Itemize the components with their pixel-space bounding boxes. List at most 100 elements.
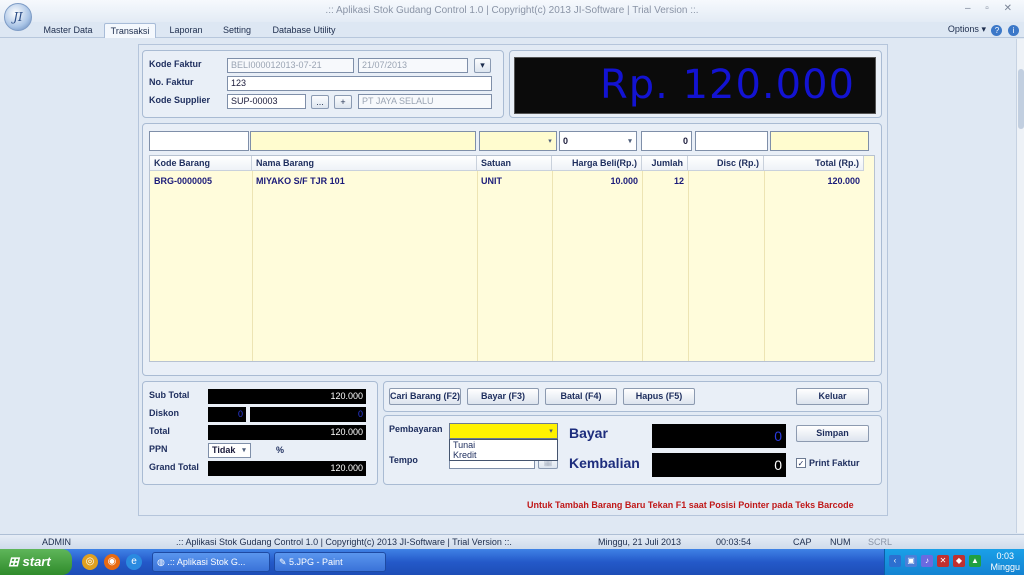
tray-arrow-icon[interactable]: ‹ [889, 555, 901, 567]
status-date: Minggu, 21 Juli 2013 [598, 537, 682, 547]
start-button[interactable]: ⊞ start [0, 549, 72, 575]
taskbar-clock[interactable]: 0:03 Minggu [990, 551, 1020, 573]
batal-button[interactable]: Batal (F4) [545, 388, 617, 405]
ie-icon[interactable]: e [126, 554, 142, 570]
chevron-down-icon: ▾ [548, 138, 552, 145]
tab-laporan[interactable]: Laporan [162, 23, 210, 38]
simpan-button[interactable]: Simpan [796, 425, 869, 442]
cell-satuan: UNIT [481, 176, 502, 186]
bayar-amount-input[interactable]: 0 [652, 424, 786, 448]
tab-database-utility[interactable]: Database Utility [266, 23, 342, 38]
invoice-date-field[interactable]: 21/07/2013 [358, 58, 468, 73]
scrollbar-thumb[interactable] [1018, 69, 1024, 129]
cell-harga-beli: 10.000 [610, 176, 638, 186]
qty-select[interactable]: 0 ▾ [559, 131, 637, 151]
item-table: Kode Barang Nama Barang Satuan Harga Bel… [149, 155, 875, 362]
hapus-button[interactable]: Hapus (F5) [623, 388, 695, 405]
diskon-label: Diskon [149, 408, 180, 418]
ppn-select[interactable]: Tidak ▾ [208, 443, 251, 458]
browse-supplier-button[interactable]: ... [311, 95, 329, 109]
task-label: .:: Aplikasi Stok G... [167, 557, 246, 567]
column-header-nama-barang[interactable]: Nama Barang [252, 156, 477, 171]
column-header-jumlah[interactable]: Jumlah [642, 156, 688, 171]
window-controls[interactable]: – ▫ ✕ [965, 3, 1018, 14]
options-menu[interactable]: Options ▾ ? i [948, 24, 1019, 36]
update-icon[interactable]: ▲ [969, 555, 981, 567]
column-divider [642, 171, 643, 361]
chevron-down-icon: ▾ [628, 138, 632, 145]
chevron-down-icon: ▾ [981, 24, 986, 34]
security-icon[interactable]: ✕ [937, 555, 949, 567]
status-bar: ADMIN .:: Aplikasi Stok Gudang Control 1… [0, 534, 1024, 549]
cell-nama-barang: MIYAKO S/F TJR 101 [256, 176, 345, 186]
grand-total-label: Grand Total [149, 462, 199, 472]
satuan-select[interactable]: ▾ [479, 131, 557, 151]
hint-text: Untuk Tambah Barang Baru Tekan F1 saat P… [527, 500, 854, 510]
network-icon[interactable]: ▣ [905, 555, 917, 567]
status-num: NUM [830, 537, 851, 547]
tab-transaksi[interactable]: Transaksi [104, 23, 156, 38]
cari-barang-button[interactable]: Cari Barang (F2) [389, 388, 461, 405]
no-faktur-label: No. Faktur [149, 77, 194, 87]
column-header-kode-barang[interactable]: Kode Barang [150, 156, 252, 171]
chevron-down-icon: ▾ [549, 428, 553, 435]
sub-total-value: 120.000 [208, 389, 366, 404]
barcode-input[interactable] [149, 131, 249, 151]
help-icon[interactable]: ? [991, 25, 1003, 36]
percent-symbol: % [276, 445, 285, 455]
no-faktur-field[interactable]: 123 [227, 76, 492, 91]
status-time: 00:03:54 [716, 537, 752, 547]
grand-total-value: 120.000 [208, 461, 366, 476]
column-divider [688, 171, 689, 361]
column-divider [764, 171, 765, 361]
menu-bar: Master Data Transaksi Laporan Setting Da… [0, 22, 1024, 38]
column-divider [552, 171, 553, 361]
bayar-button[interactable]: Bayar (F3) [467, 388, 539, 405]
jumlah-input[interactable]: 0 [641, 131, 692, 151]
firefox-icon[interactable]: ◉ [104, 554, 120, 570]
column-header-total[interactable]: Total (Rp.) [764, 156, 864, 171]
chrome-icon[interactable]: ◎ [82, 554, 98, 570]
kode-supplier-field[interactable]: SUP-00003 [227, 94, 306, 109]
date-picker-button[interactable]: ▾ [474, 58, 491, 73]
start-label: start [22, 554, 51, 569]
tab-master-data[interactable]: Master Data [38, 23, 98, 38]
antivirus-icon[interactable]: ◆ [953, 555, 965, 567]
app-task-icon: ◍ [157, 557, 168, 567]
keluar-button[interactable]: Keluar [796, 388, 869, 405]
pembayaran-options-list: Tunai Kredit [449, 439, 558, 461]
discount-input[interactable] [695, 131, 768, 151]
tab-setting[interactable]: Setting [216, 23, 258, 38]
option-kredit[interactable]: Kredit [450, 450, 557, 460]
task-paint[interactable]: ✎ 5.JPG - Paint [274, 552, 386, 572]
info-icon[interactable]: i [1008, 25, 1019, 36]
status-app: .:: Aplikasi Stok Gudang Control 1.0 | C… [176, 537, 512, 547]
app-orb-button[interactable]: JI [4, 3, 32, 31]
pembayaran-select[interactable]: ▾ [449, 423, 558, 439]
chevron-down-icon: ▾ [242, 447, 246, 454]
volume-icon[interactable]: ♪ [921, 555, 933, 567]
column-header-disc[interactable]: Disc (Rp.) [688, 156, 764, 171]
print-faktur-label: Print Faktur [809, 458, 860, 468]
print-faktur-checkbox[interactable]: ✓ [796, 458, 806, 468]
bayar-label: Bayar [569, 425, 608, 441]
diskon-value-input[interactable]: 0 [250, 407, 366, 422]
title-bar: JI .:: Aplikasi Stok Gudang Control 1.0 … [0, 0, 1024, 31]
option-tunai[interactable]: Tunai [450, 440, 557, 450]
item-name-input[interactable] [250, 131, 476, 151]
options-label: Options [947, 24, 979, 34]
kode-faktur-label: Kode Faktur [149, 59, 202, 69]
status-user: ADMIN [42, 537, 71, 547]
task-aplikasi-stok[interactable]: ◍ .:: Aplikasi Stok G... [152, 552, 270, 572]
window-title: .:: Aplikasi Stok Gudang Control 1.0 | C… [325, 5, 699, 16]
system-tray: ‹ ▣ ♪ ✕ ◆ ▲ 0:03 Minggu [884, 549, 1024, 575]
status-cap: CAP [793, 537, 812, 547]
kode-faktur-field[interactable]: BELI000012013-07-21 [227, 58, 354, 73]
status-scrl: SCRL [868, 537, 893, 547]
add-supplier-button[interactable]: + [334, 95, 352, 109]
diskon-percent-input[interactable]: 0 [208, 407, 246, 422]
vertical-scrollbar[interactable] [1016, 39, 1024, 533]
ppn-label: PPN [149, 444, 168, 454]
column-header-satuan[interactable]: Satuan [477, 156, 552, 171]
column-header-harga-beli[interactable]: Harga Beli(Rp.) [552, 156, 642, 171]
